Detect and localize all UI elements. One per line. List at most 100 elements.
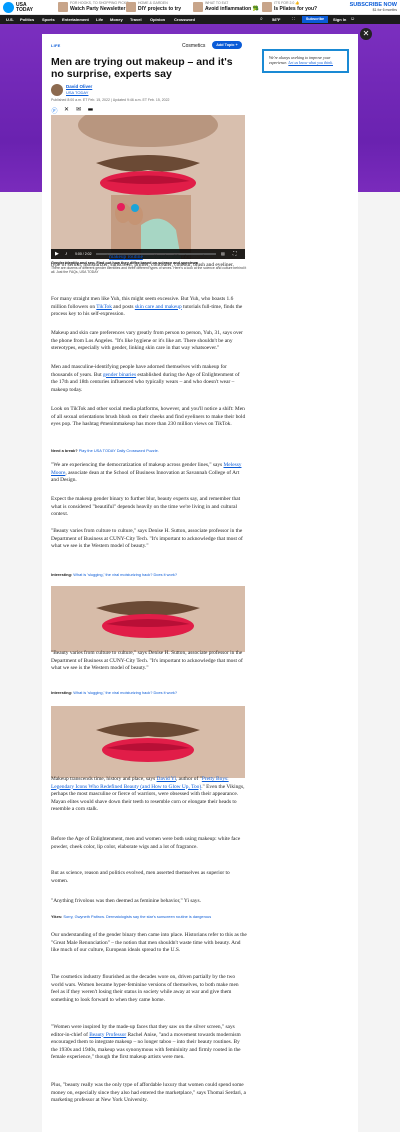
nav-item-us[interactable]: U.S. <box>6 17 14 22</box>
paragraph: Young Yuh's skin care and makeup routine… <box>51 254 247 269</box>
nav-item-sports[interactable]: Sports <box>42 17 55 22</box>
promo-title: Watch Party Newsletter <box>70 6 126 12</box>
promo-item[interactable]: IT'S FOR 2.0 👍 Is Pilates for you? <box>274 1 317 12</box>
x-icon[interactable]: ✕ <box>63 106 70 115</box>
promo-title: Avoid inflammation 🥦 <box>205 6 259 12</box>
related-link-paltrow: Yikes: Sorry, Gwyneth Paltrow. Dermatolo… <box>51 914 247 919</box>
gender-binaries-link[interactable]: gender binaries <box>103 372 136 378</box>
nav-subscribe-button[interactable]: Subscribe <box>302 16 328 23</box>
nav-item-entertainment[interactable]: Entertainment <box>62 17 89 22</box>
related-link-slugging: Interesting: What is 'slugging,' the vir… <box>51 572 247 577</box>
paragraph: "Beauty varies from culture to culture,"… <box>51 528 243 550</box>
menu-grid-icon[interactable]: ∷ <box>292 16 295 22</box>
related-label: Interesting: <box>51 690 73 695</box>
paragraph-text: , author of " <box>175 776 202 782</box>
article-photo <box>51 706 245 778</box>
paragraph: "Women were inspired by the made-up face… <box>51 1024 247 1062</box>
nav-item-life[interactable]: Life <box>96 17 103 22</box>
add-topic-button[interactable]: Add Topic + <box>212 41 242 49</box>
article-card: LIFE Cosmetics Add Topic + Men are tryin… <box>42 34 358 1132</box>
paragraph: Look on TikTok and other social media pl… <box>51 406 246 428</box>
share-toolbar: Ⓕ ✕ ✉ ▬ <box>51 106 94 115</box>
beauty-professor-link[interactable]: Beauty Professor <box>89 1032 126 1038</box>
nav-item-travel[interactable]: Travel <box>130 17 142 22</box>
feedback-ad-text: We're always working to improve your exp… <box>269 55 347 65</box>
logo-circle-icon <box>3 2 14 13</box>
paragraph: "We are experiencing the democratization… <box>51 462 247 485</box>
photo-image <box>51 706 245 778</box>
slugging-link[interactable]: What is 'slugging,' the viral moisturizi… <box>73 572 177 577</box>
usa-today-logo[interactable]: USA TODAY <box>3 1 33 13</box>
promo-kicker: HOME & GARDEN <box>138 1 168 5</box>
promo-title: DIY projects to try <box>138 6 181 12</box>
subscribe-now-link[interactable]: SUBSCRIBE NOW $1 for 6 months <box>350 2 397 12</box>
article-photo <box>51 586 245 652</box>
comment-icon[interactable]: ▬ <box>87 106 94 115</box>
promo-kicker: IT'S FOR 2.0 👍 <box>274 1 300 5</box>
section-label[interactable]: LIFE <box>51 43 60 48</box>
paragraph: Makeup and skin care preferences vary gr… <box>51 330 243 352</box>
promo-item[interactable]: FOR HOOKS, TO SHOPPING PICKS Watch Party… <box>70 1 129 12</box>
paragraph-text: Makeup transcends time, history and plac… <box>51 776 157 782</box>
subscribe-offer: $1 for 6 months <box>372 8 397 12</box>
skin-care-makeup-link[interactable]: skin care and makeup <box>135 304 182 310</box>
promo-item[interactable]: WHAT TO EAT Avoid inflammation 🥦 <box>205 1 259 12</box>
related-link-slugging: Interesting: What is 'slugging,' the vir… <box>51 690 247 695</box>
paragraph: The cosmetics industry flourished as the… <box>51 974 239 1003</box>
main-nav: U.S. Politics Sports Entertainment Life … <box>0 15 400 24</box>
article-headline: Men are trying out makeup – and it's no … <box>51 56 233 80</box>
logo-text: USA TODAY <box>16 1 33 13</box>
facebook-icon[interactable]: Ⓕ <box>51 106 58 115</box>
promo-thumbnail[interactable] <box>58 2 68 12</box>
paragraph-text: Young Yuh's skin care and <box>51 254 110 260</box>
nav-item-opinion[interactable]: Opinion <box>150 17 165 22</box>
feedback-ad-link[interactable]: Let us know what you think. <box>288 60 333 65</box>
topic-name: Cosmetics <box>182 43 206 49</box>
promo-kicker: FOR HOOKS, TO SHOPPING PICKS <box>70 1 129 5</box>
top-promo-bar: USA TODAY FOR HOOKS, TO SHOPPING PICKS W… <box>0 0 400 15</box>
paragraph: Before the Age of Enlightenment, men and… <box>51 836 241 850</box>
video-frame-image <box>51 115 245 259</box>
related-label: Interesting: <box>51 572 73 577</box>
publish-date: Published 8:00 a.m. ET Feb. 15, 2022 | U… <box>51 98 170 102</box>
paragraph-text: "We are experiencing the democratization… <box>51 462 224 468</box>
nav-item-money[interactable]: Money <box>110 17 123 22</box>
promo-title: Is Pilates for you? <box>274 6 318 12</box>
crossword-link[interactable]: Play the USA TODAY Daily Crossword Puzzl… <box>79 448 159 453</box>
slugging-link[interactable]: What is 'slugging,' the viral moisturizi… <box>73 690 177 695</box>
paragraph: Makeup transcends time, history and plac… <box>51 776 247 814</box>
paragraph: Expect the makeup gender binary to furth… <box>51 496 241 518</box>
makeup-routine-link[interactable]: makeup routine <box>109 254 143 260</box>
paragraph: But as science, reason and politics evol… <box>51 870 230 884</box>
nav-item-crossword[interactable]: Crossword <box>174 17 195 22</box>
related-label: Need a break? <box>51 448 78 453</box>
author-avatar[interactable] <box>51 84 63 96</box>
nav-item-politics[interactable]: Politics <box>20 17 34 22</box>
search-icon[interactable]: ⌕ <box>260 16 263 22</box>
paragraph-text: and posts <box>111 303 135 310</box>
weather-temperature[interactable]: 58°F <box>272 17 281 22</box>
paragraph: For many straight men like Yuh, this mig… <box>51 296 247 319</box>
paragraph: Our understanding of the gender binary t… <box>51 932 247 954</box>
related-label: Yikes: <box>51 914 63 919</box>
author-name[interactable]: David Oliver <box>66 84 92 89</box>
feedback-ad[interactable]: We're always working to improve your exp… <box>262 49 349 73</box>
promo-item[interactable]: HOME & GARDEN DIY projects to try <box>138 1 181 12</box>
author-organization[interactable]: USA TODAY <box>66 90 88 95</box>
paragraph: Plus, "beauty really was the only type o… <box>51 1082 246 1104</box>
paragraph: "Beauty varies from culture to culture,"… <box>51 650 243 672</box>
paragraph-text: , associate dean at the School of Busine… <box>51 469 240 484</box>
tiktok-link[interactable]: TikTok <box>96 304 112 310</box>
paltrow-sunscreen-link[interactable]: Sorry, Gwyneth Paltrow. Dermatologists s… <box>63 914 211 919</box>
email-icon[interactable]: ✉ <box>75 106 82 115</box>
close-icon[interactable]: ✕ <box>360 28 372 40</box>
paragraph: "Anything frivolous was then deemed as f… <box>51 898 201 904</box>
photo-image <box>51 586 245 652</box>
promo-thumbnail[interactable] <box>262 2 272 12</box>
promo-thumbnail[interactable] <box>126 2 136 12</box>
video-player[interactable]: ▶ ♪ 0:00 / 2:02 ▤ ⛶ <box>51 115 245 259</box>
promo-thumbnail[interactable] <box>193 2 203 12</box>
sign-in-link[interactable]: Sign In <box>333 17 346 22</box>
user-icon[interactable]: ☺ <box>350 16 355 22</box>
david-yi-link[interactable]: David Yi <box>157 776 176 782</box>
